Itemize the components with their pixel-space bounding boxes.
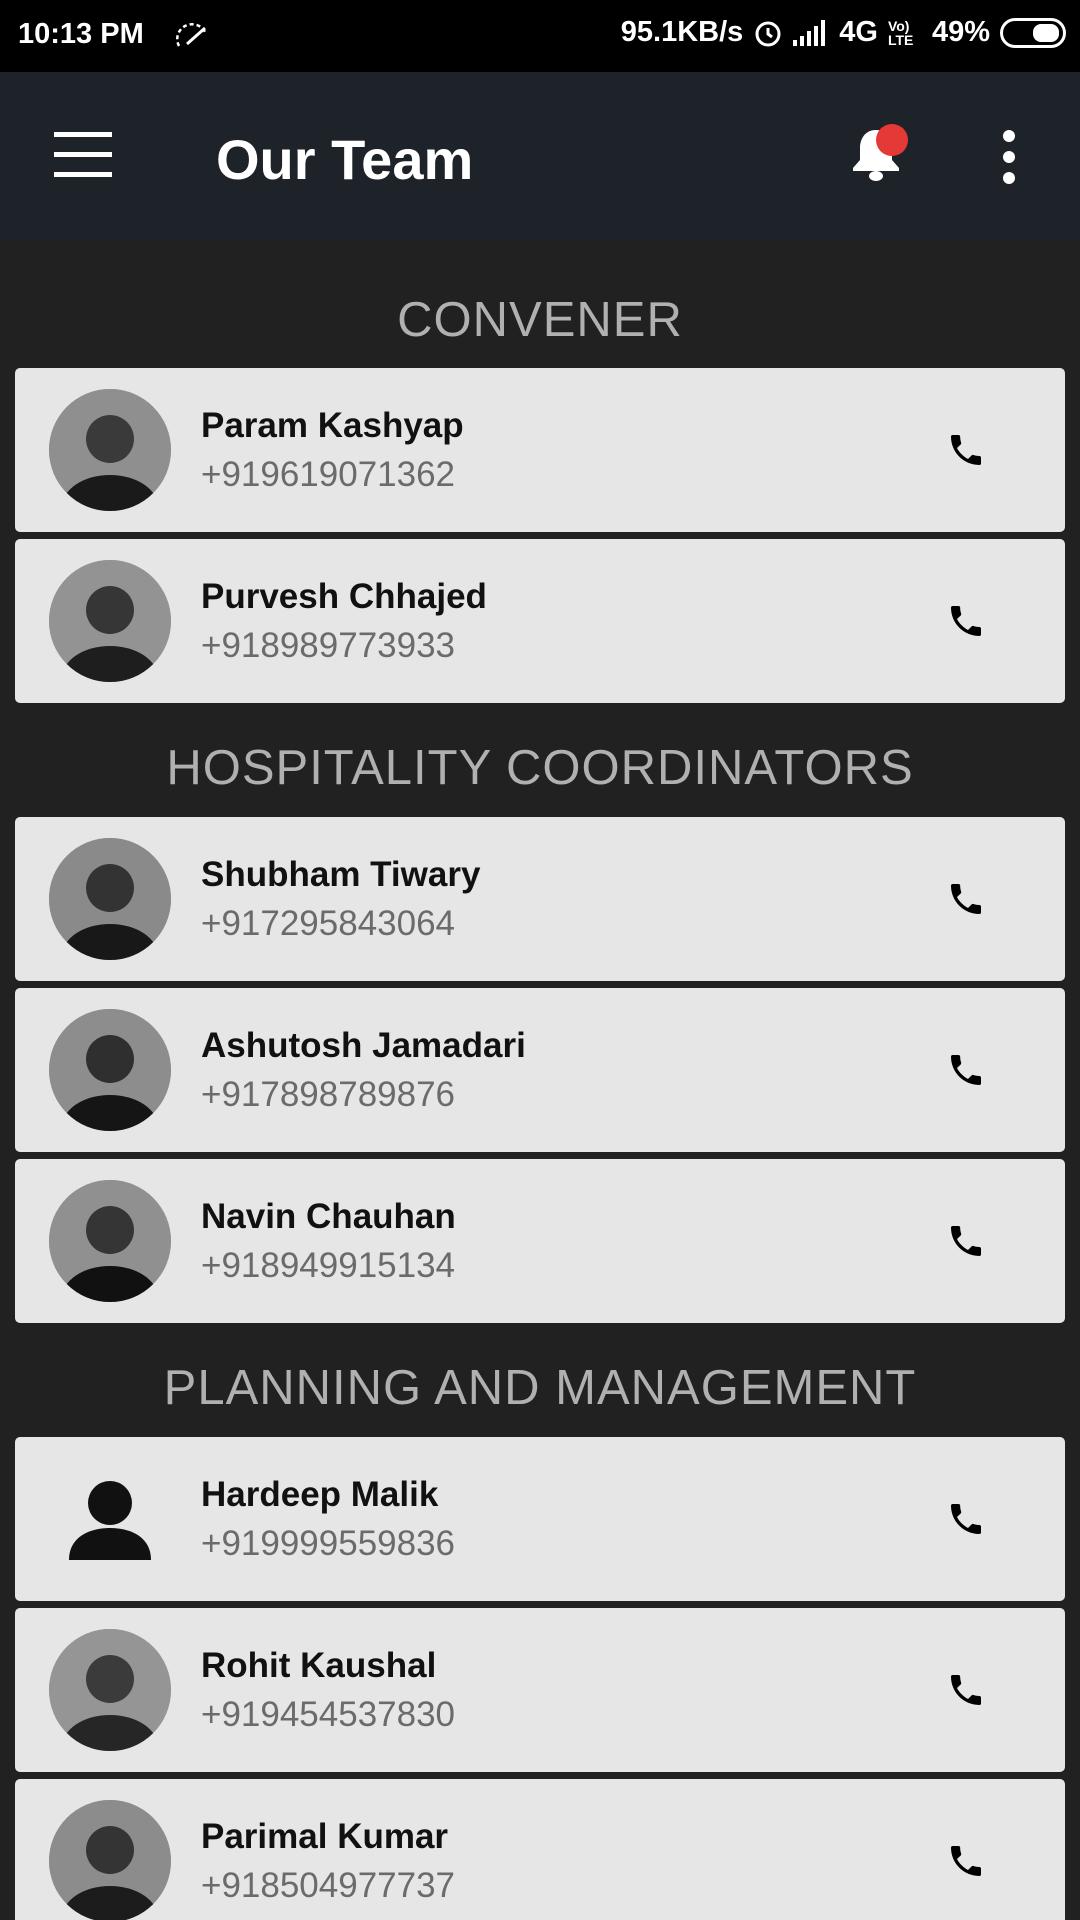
team-list: CONVENER Param Kashyap +919619071362 Pur… [0, 240, 1080, 1920]
alarm-icon [755, 21, 781, 46]
notification-dot [876, 124, 908, 156]
status-time: 10:13 PM [18, 18, 144, 50]
avatar [49, 560, 171, 682]
page-title: Our Team [216, 128, 474, 191]
member-phone: +918949915134 [201, 1246, 456, 1285]
phone-icon[interactable] [946, 1841, 986, 1881]
avatar [49, 1009, 171, 1131]
phone-icon[interactable] [946, 1670, 986, 1710]
speedometer-icon [176, 22, 207, 47]
member-name: Parimal Kumar [201, 1817, 449, 1856]
member-name: Ashutosh Jamadari [201, 1026, 526, 1065]
member-phone: +919619071362 [201, 455, 456, 494]
section-header-convener: CONVENER [397, 293, 683, 347]
member-card[interactable]: Shubham Tiwary +917295843064 [15, 817, 1065, 981]
menu-icon[interactable] [54, 132, 112, 177]
member-phone: +918989773933 [201, 626, 456, 665]
member-card[interactable]: Parimal Kumar +918504977737 [15, 1779, 1065, 1920]
member-card[interactable]: Param Kashyap +919619071362 [15, 368, 1065, 532]
phone-icon[interactable] [946, 430, 986, 470]
status-bar: 10:13 PM 95.1KB/s 4G Vo) LTE 49% [0, 0, 1080, 72]
net-speed: 95.1KB/s [620, 16, 744, 48]
person-placeholder-icon [49, 1458, 171, 1580]
phone-icon[interactable] [946, 1499, 986, 1539]
member-card[interactable]: Navin Chauhan +918949915134 [15, 1159, 1065, 1323]
member-card[interactable]: Hardeep Malik +919999559836 [15, 1437, 1065, 1601]
member-name: Purvesh Chhajed [201, 577, 487, 616]
member-phone: +917295843064 [201, 904, 456, 943]
phone-icon[interactable] [946, 1050, 986, 1090]
member-name: Hardeep Malik [201, 1475, 439, 1514]
section-header-hospitality: HOSPITALITY COORDINATORS [166, 741, 914, 795]
member-phone: +918504977737 [201, 1866, 456, 1905]
phone-icon[interactable] [946, 1221, 986, 1261]
member-name: Rohit Kaushal [201, 1646, 437, 1685]
avatar [49, 1629, 171, 1751]
member-card[interactable]: Rohit Kaushal +919454537830 [15, 1608, 1065, 1772]
phone-icon[interactable] [946, 601, 986, 641]
more-vert-icon[interactable] [1003, 130, 1015, 184]
app-bar: Our Team [0, 72, 1080, 240]
section-header-planning: PLANNING AND MANAGEMENT [163, 1361, 917, 1415]
avatar [49, 1180, 171, 1302]
member-name: Shubham Tiwary [201, 855, 481, 894]
avatar [49, 1800, 171, 1920]
member-phone: +917898789876 [201, 1075, 456, 1114]
battery-icon [1000, 17, 1066, 48]
member-card[interactable]: Ashutosh Jamadari +917898789876 [15, 988, 1065, 1152]
member-phone: +919999559836 [201, 1524, 456, 1563]
signal-icon [793, 19, 826, 46]
network-type: 4G [839, 16, 878, 48]
avatar [49, 838, 171, 960]
member-phone: +919454537830 [201, 1695, 456, 1734]
member-card[interactable]: Purvesh Chhajed +918989773933 [15, 539, 1065, 703]
member-name: Navin Chauhan [201, 1197, 456, 1236]
volte-indicator: Vo) LTE [887, 17, 914, 48]
phone-icon[interactable] [946, 879, 986, 919]
avatar [49, 389, 171, 511]
member-name: Param Kashyap [201, 406, 464, 445]
battery-percent: 49% [931, 16, 990, 48]
